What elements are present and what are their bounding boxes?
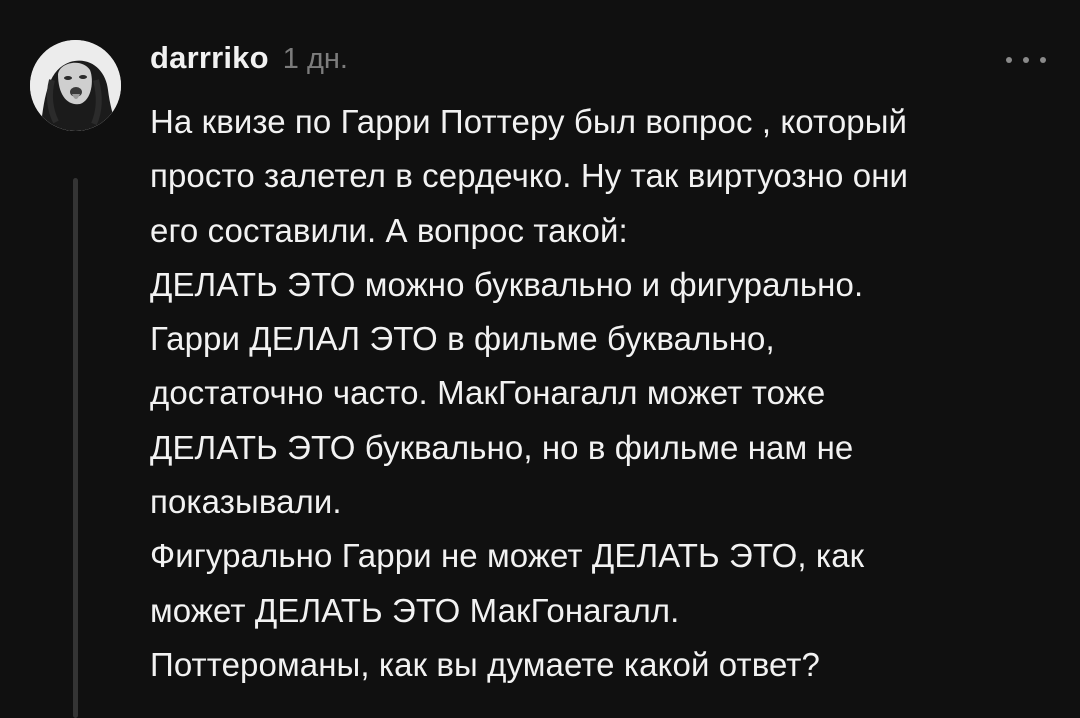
username[interactable]: darrriko	[150, 40, 269, 76]
more-options-button[interactable]	[1006, 50, 1046, 70]
ellipsis-icon-dot	[1040, 57, 1046, 63]
comment-text-line: показывали.	[150, 483, 342, 521]
comment-text-line: ДЕЛАТЬ ЭТО буквально, но в фильме нам не	[150, 428, 854, 466]
comment-text-line: может ДЕЛАТЬ ЭТО МакГонагалл.	[150, 591, 680, 629]
comment-text-line: Гарри ДЕЛАЛ ЭТО в фильме буквально,	[150, 320, 775, 358]
avatar[interactable]	[30, 40, 121, 131]
ellipsis-icon-dot	[1006, 57, 1012, 63]
comment-text-line: его составили. А вопрос такой:	[150, 211, 628, 249]
comment-body: На квизе по Гарри Поттеру был вопрос , к…	[150, 95, 1070, 692]
comment-text-line: На квизе по Гарри Поттеру был вопрос , к…	[150, 103, 908, 140]
comment-header: darrriko 1 дн.	[150, 40, 348, 80]
comment-text-line: Фигурально Гарри не может ДЕЛАТЬ ЭТО, ка…	[150, 537, 865, 575]
avatar-photo	[30, 40, 121, 131]
comment-text-line: ДЕЛАТЬ ЭТО можно буквально и фигурально.	[150, 265, 864, 303]
timestamp: 1 дн.	[282, 43, 348, 75]
comment-text-line: достаточно часто. МакГонагалл может тоже	[150, 374, 826, 412]
ellipsis-icon-dot	[1023, 57, 1029, 63]
comment-text-line: просто залетел в сердечко. Ну так виртуо…	[150, 157, 909, 195]
comment-text-line: Поттероманы, как вы думаете какой ответ?	[150, 645, 820, 683]
thread-line	[73, 178, 78, 718]
